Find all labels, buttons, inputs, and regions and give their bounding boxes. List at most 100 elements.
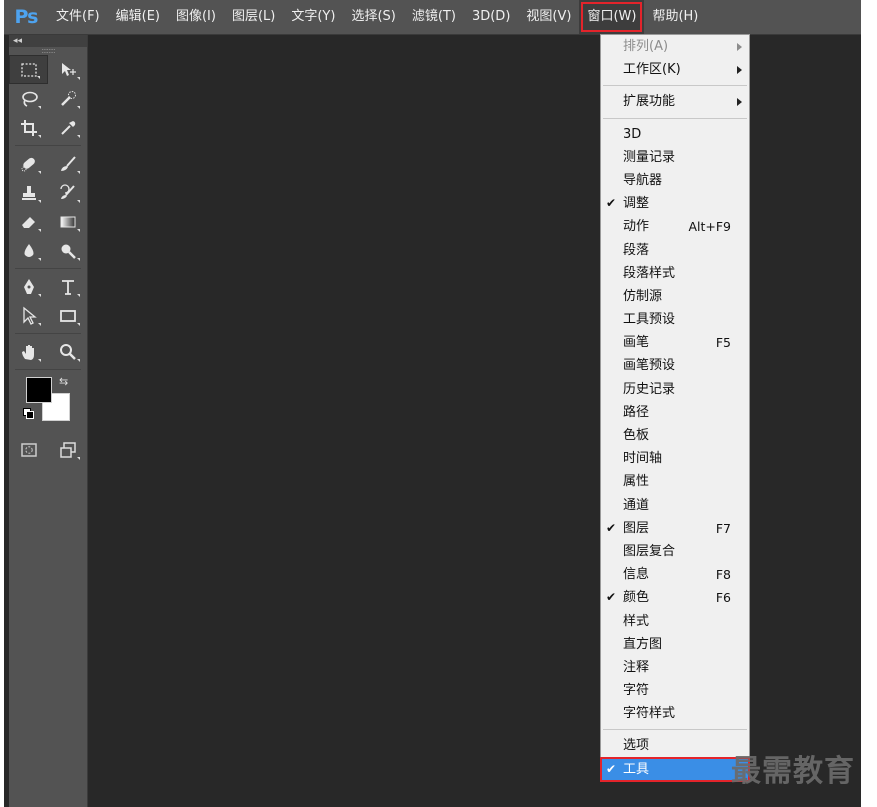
- path-selection-icon[interactable]: [9, 301, 48, 330]
- quick-mask-icon[interactable]: [9, 435, 48, 464]
- menu-8[interactable]: 视图(V): [518, 0, 579, 34]
- menu-3[interactable]: 图层(L): [224, 0, 283, 34]
- menu-item-label: 段落样式: [623, 265, 676, 281]
- menu-item-5[interactable]: 3D: [601, 123, 749, 146]
- menu-item-18[interactable]: 色板: [601, 424, 749, 447]
- submenu-arrow-icon: [737, 98, 742, 107]
- menu-7[interactable]: 3D(D): [464, 0, 518, 34]
- menu-item-0: 排列(A): [601, 35, 749, 58]
- menu-6[interactable]: 滤镜(T): [404, 0, 464, 34]
- menu-item-label: 图层复合: [623, 543, 676, 559]
- menu-item-label: 字符: [623, 683, 650, 699]
- eyedropper-icon[interactable]: [48, 113, 87, 142]
- menu-item-17[interactable]: 路径: [601, 401, 749, 424]
- menu-item-14[interactable]: 画笔 F5: [601, 331, 749, 354]
- menu-item-28[interactable]: 注释: [601, 656, 749, 679]
- menu-item-label: 颜色: [623, 590, 650, 606]
- menu-item-33[interactable]: ✔ 工具: [600, 756, 750, 782]
- menu-item-label: 通道: [623, 497, 650, 513]
- tool-row: [9, 207, 87, 236]
- menu-item-label: 排列(A): [623, 39, 669, 54]
- swap-colors-icon[interactable]: ⇆: [59, 375, 68, 388]
- menu-item-13[interactable]: 工具预设: [601, 308, 749, 331]
- zoom-icon[interactable]: [48, 337, 87, 366]
- menu-item-30[interactable]: 字符样式: [601, 702, 749, 725]
- menu-2[interactable]: 图像(I): [168, 0, 224, 34]
- tool-row: [9, 55, 87, 84]
- menu-item-6[interactable]: 测量记录: [601, 146, 749, 169]
- menu-item-3[interactable]: 扩展功能: [601, 90, 749, 113]
- dodge-icon[interactable]: [48, 236, 87, 265]
- menu-item-label: 图层: [623, 520, 650, 536]
- toolbar-divider: [15, 268, 81, 269]
- default-colors-icon[interactable]: [23, 408, 34, 419]
- toolbar-divider: [15, 145, 81, 146]
- crop-icon[interactable]: [9, 113, 48, 142]
- menu-10[interactable]: 帮助(H): [644, 0, 706, 34]
- rectangular-marquee-icon[interactable]: [9, 55, 48, 84]
- menu-item-label: 历史记录: [623, 381, 676, 397]
- menu-item-shortcut: Alt+F9: [688, 219, 731, 235]
- menu-item-1[interactable]: 工作区(K): [601, 58, 749, 81]
- menu-item-label: 注释: [623, 659, 650, 675]
- menu-5[interactable]: 选择(S): [343, 0, 403, 34]
- menu-item-19[interactable]: 时间轴: [601, 447, 749, 470]
- menu-item-24[interactable]: 信息 F8: [601, 563, 749, 586]
- menu-4[interactable]: 文字(Y): [283, 0, 343, 34]
- gradient-icon[interactable]: [48, 207, 87, 236]
- blur-icon[interactable]: [9, 236, 48, 265]
- menu-item-11[interactable]: 段落样式: [601, 262, 749, 285]
- menu-item-label: 扩展功能: [623, 94, 676, 110]
- clone-stamp-icon[interactable]: [9, 178, 48, 207]
- checkmark-icon: ✔: [606, 590, 617, 605]
- menu-item-20[interactable]: 属性: [601, 470, 749, 493]
- menu-item-label: 动作: [623, 219, 650, 235]
- menu-bar: Ps 文件(F) 编辑(E) 图像(I) 图层(L) 文字(Y) 选择(S) 滤镜(T) 3D…: [4, 0, 861, 35]
- pen-icon[interactable]: [9, 272, 48, 301]
- menu-1[interactable]: 编辑(E): [108, 0, 168, 34]
- tool-row: [9, 236, 87, 265]
- menu-item-12[interactable]: 仿制源: [601, 285, 749, 308]
- type-icon[interactable]: [48, 272, 87, 301]
- menu-item-10[interactable]: 段落: [601, 239, 749, 262]
- menu-item-29[interactable]: 字符: [601, 679, 749, 702]
- menu-item-16[interactable]: 历史记录: [601, 378, 749, 401]
- menu-item-27[interactable]: 直方图: [601, 633, 749, 656]
- menu-item-7[interactable]: 导航器: [601, 169, 749, 192]
- menu-item-15[interactable]: 画笔预设: [601, 354, 749, 377]
- menu-item-shortcut: F6: [715, 590, 731, 606]
- submenu-arrow-icon: [737, 43, 742, 51]
- menu-item-label: 时间轴: [623, 451, 663, 467]
- lasso-icon[interactable]: [9, 84, 48, 113]
- history-brush-icon[interactable]: [48, 178, 87, 207]
- menu-item-label: 导航器: [623, 172, 663, 188]
- tool-row: [9, 301, 87, 330]
- menu-item-label: 工具: [623, 761, 650, 777]
- menu-9[interactable]: 窗口(W): [579, 0, 645, 34]
- move-icon[interactable]: [48, 55, 87, 84]
- menu-item-23[interactable]: 图层复合: [601, 540, 749, 563]
- menu-separator: [603, 729, 747, 731]
- brush-icon[interactable]: [48, 149, 87, 178]
- toolbar-grip[interactable]: ::::::::: [9, 47, 87, 55]
- tool-row: [9, 113, 87, 142]
- eraser-icon[interactable]: [9, 207, 48, 236]
- menu-item-label: 测量记录: [623, 149, 676, 165]
- menu-0[interactable]: 文件(F): [48, 0, 108, 34]
- spot-healing-icon[interactable]: [9, 149, 48, 178]
- quick-selection-icon[interactable]: [48, 84, 87, 113]
- foreground-color-swatch[interactable]: [26, 377, 52, 403]
- rectangle-shape-icon[interactable]: [48, 301, 87, 330]
- menu-item-32[interactable]: 选项: [601, 734, 749, 757]
- menu-item-label: 色板: [623, 428, 650, 443]
- menu-item-26[interactable]: 样式: [601, 610, 749, 633]
- menu-item-9[interactable]: 动作 Alt+F9: [601, 215, 749, 238]
- menu-item-label: 选项: [623, 738, 650, 754]
- menu-item-25[interactable]: ✔ 颜色 F6: [601, 586, 749, 609]
- menu-item-22[interactable]: ✔ 图层 F7: [601, 517, 749, 540]
- menu-item-21[interactable]: 通道: [601, 494, 749, 517]
- menu-item-8[interactable]: ✔ 调整: [601, 192, 749, 215]
- hand-icon[interactable]: [9, 337, 48, 366]
- screen-mode-icon[interactable]: [48, 435, 87, 464]
- menu-item-label: 工作区(K): [623, 62, 681, 78]
